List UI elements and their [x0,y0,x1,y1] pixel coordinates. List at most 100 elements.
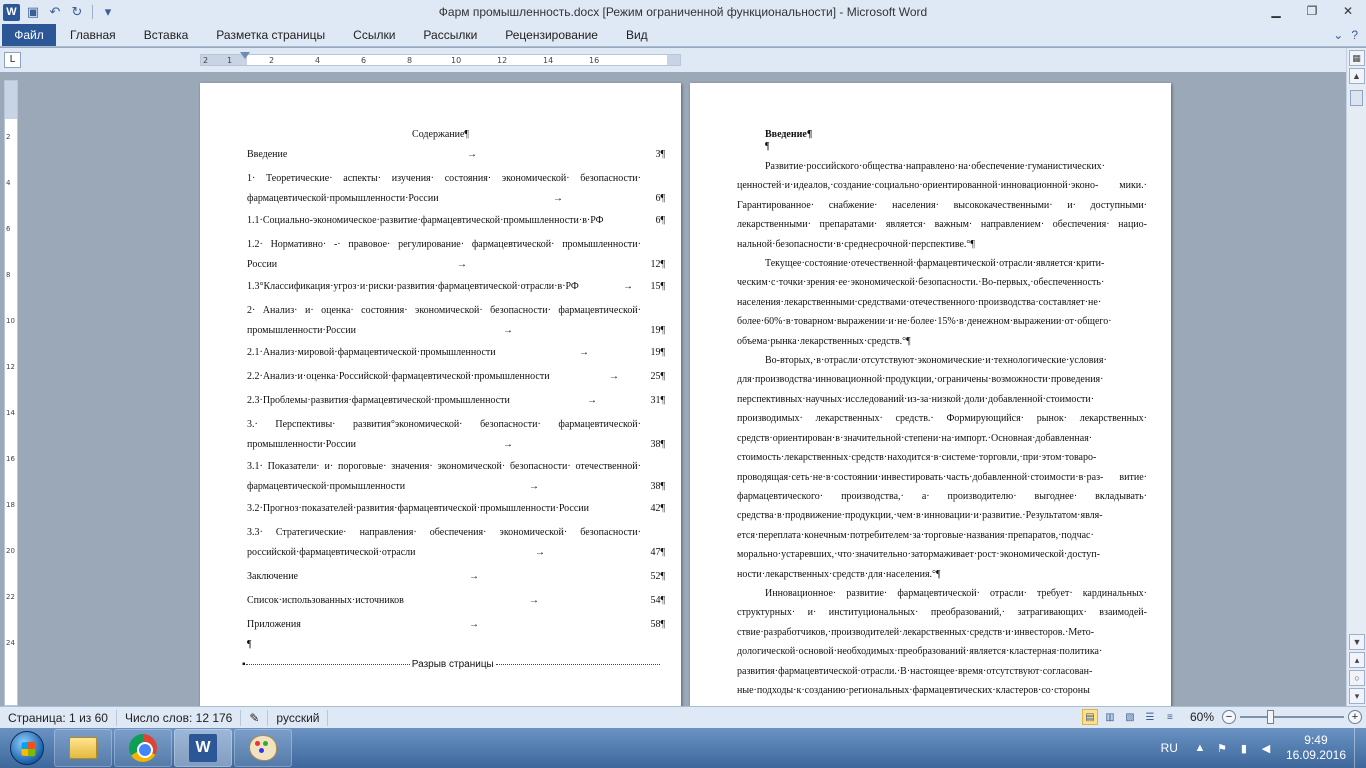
toc-entry[interactable]: 3.2·Прогноз·показателей·развития·фармаце… [247,499,665,519]
toc-entry[interactable]: 2.3·Проблемы·развития·фармацевтической·п… [247,391,665,411]
start-button[interactable] [0,728,54,768]
horizontal-ruler[interactable]: 2 1 2 4 6 8 10 12 14 16 [200,54,681,66]
title-bar: W ▣ ↶ ↻ ▾ Фарм промышленность.docx [Режи… [0,0,1366,24]
network-icon[interactable]: ▮ [1236,740,1252,756]
draft-view-icon[interactable]: ≡ [1162,709,1178,725]
vruler-tick: 4 [6,179,11,187]
toc-entry-page: 52¶ [650,571,665,582]
spelling-check-icon[interactable]: ✎ [241,709,269,726]
status-right: ▤ ▥ ▧ ☰ ≡ 60% − + [1081,709,1362,725]
zoom-level[interactable]: 60% [1190,710,1214,724]
tab-references[interactable]: Ссылки [339,24,409,46]
full-screen-reading-icon[interactable]: ▥ [1102,709,1118,725]
taskbar-explorer[interactable] [54,729,112,767]
word-app-icon[interactable]: W [3,3,20,21]
taskbar-paint[interactable] [234,729,292,767]
select-browse-object-icon[interactable]: ○ [1349,670,1365,686]
scroll-up-icon[interactable]: ▲ [1348,68,1365,84]
tab-home[interactable]: Главная [56,24,130,46]
volume-icon[interactable]: ◀ [1258,740,1274,756]
toc-entry[interactable]: 1.3°Классификация·угроз·и·риски·развития… [247,277,665,297]
ruler-tick: 16 [589,56,600,65]
zoom-out-icon[interactable]: − [1222,710,1236,724]
help-icon[interactable]: ? [1351,28,1358,42]
toc-entry[interactable]: Заключение → 52¶ [247,567,665,587]
toc-entry-page: 19¶ [650,347,665,358]
zoom-slider[interactable] [1240,710,1344,724]
folder-icon [69,737,97,759]
ruler-margin-right [667,55,680,65]
input-language[interactable]: RU [1161,741,1178,755]
ruler-tick: 2 [203,56,209,65]
toc-entry-text: 3.1· Показатели· и· пороговые· значения·… [247,461,641,492]
tab-view[interactable]: Вид [612,24,662,46]
toc-entry[interactable]: 1.1·Социально-экономическое·развитие·фар… [247,211,665,231]
toc-entry[interactable]: 3.3· Стратегические· направления· обеспе… [247,523,665,563]
toc-entry[interactable]: 2.1·Анализ·мировой·фармацевтической·пром… [247,343,665,363]
view-ruler-icon[interactable]: ▦ [1348,50,1365,66]
undo-icon[interactable]: ↶ [46,3,64,21]
tab-page-layout[interactable]: Разметка страницы [202,24,339,46]
scroll-thumb[interactable] [1350,90,1363,106]
page-break-line-left [245,664,410,665]
expand-ribbon-icon[interactable]: ⌄ [1333,28,1343,42]
print-layout-view-icon[interactable]: ▤ [1081,709,1098,725]
toc-entry[interactable]: 2.2·Анализ·и·оценка·Российской·фармацевт… [247,367,665,387]
toc-entry-text: 1· Теоретические· аспекты· изучения· сос… [247,173,641,204]
zoom-in-icon[interactable]: + [1348,710,1362,724]
toc-entry[interactable]: 1.2· Нормативно· -· правовое· регулирова… [247,235,665,275]
ruler-tick: 6 [361,56,367,65]
toc-entry[interactable]: Приложения → 58¶ [247,615,665,635]
ruler-tick: 4 [315,56,321,65]
tab-arrow-icon: → [579,347,589,358]
tab-insert[interactable]: Вставка [130,24,203,46]
quick-access-toolbar: W ▣ ↶ ↻ ▾ [0,3,117,21]
toc-entry[interactable]: 1· Теоретические· аспекты· изучения· сос… [247,169,665,209]
vruler-tick: 2 [6,133,11,141]
toc-entry[interactable]: 2· Анализ· и· оценка· состояния· экономи… [247,301,665,341]
page-count[interactable]: Страница: 1 из 60 [0,709,117,726]
action-center-icon[interactable]: ⚑ [1214,740,1230,756]
language-indicator[interactable]: русский [268,709,329,726]
scroll-down-icon[interactable]: ▼ [1349,634,1365,650]
toc-entry-text: 1.1·Социально-экономическое·развитие·фар… [247,215,604,226]
toc-entry[interactable]: Список·использованных·источников → 54¶ [247,591,665,611]
tab-arrow-icon: → [467,149,477,160]
tab-arrow-icon: → [535,547,545,558]
toc-entry[interactable]: 3.· Перспективы· развития°экономической·… [247,415,665,455]
toc-entry[interactable]: 3.1· Показатели· и· пороговые· значения·… [247,457,665,497]
taskbar-word[interactable]: W [174,729,232,767]
tab-arrow-icon: → [469,571,479,582]
save-icon[interactable]: ▣ [24,3,42,21]
tab-review[interactable]: Рецензирование [491,24,612,46]
customize-qat-icon[interactable]: ▾ [99,3,117,21]
toc-entry-page: 42¶ [650,503,665,514]
zoom-slider-knob[interactable] [1267,710,1274,724]
tab-file[interactable]: Файл [2,24,56,46]
clock-time: 9:49 [1304,733,1328,747]
restore-icon[interactable]: ❐ [1294,0,1330,22]
windows-logo-icon [10,731,44,765]
indent-marker-icon[interactable] [240,52,250,68]
document-page-1[interactable]: Содержание¶ Введение → 3¶ 1· Теоретическ… [200,83,681,706]
toc-entry[interactable]: Введение → 3¶ [247,145,665,165]
tab-stop-selector[interactable]: L [4,52,21,68]
clock[interactable]: 9:49 16.09.2016 [1286,733,1346,763]
vertical-ruler[interactable]: 2 4 6 8 10 12 14 16 18 20 22 24 [4,80,18,706]
minimize-icon[interactable]: ▁ [1258,0,1294,22]
paragraph-mark: ¶ [765,141,770,152]
show-desktop-button[interactable] [1354,728,1366,768]
next-page-icon[interactable]: ▾ [1349,688,1365,704]
document-area[interactable]: Содержание¶ Введение → 3¶ 1· Теоретическ… [22,72,1346,706]
previous-page-icon[interactable]: ▴ [1349,652,1365,668]
redo-icon[interactable]: ↻ [68,3,86,21]
outline-view-icon[interactable]: ☰ [1142,709,1158,725]
show-hidden-icons-icon[interactable]: ▲ [1192,740,1208,756]
vertical-scrollbar[interactable]: ▦ ▲ ▼ ▴ ○ ▾ [1346,48,1366,706]
word-count[interactable]: Число слов: 12 176 [117,709,242,726]
taskbar-chrome[interactable] [114,729,172,767]
close-icon[interactable]: ✕ [1330,0,1366,22]
document-page-2[interactable]: Введение¶ ¶ Развитие·российского·обществ… [690,83,1171,706]
tab-mailings[interactable]: Рассылки [409,24,491,46]
web-layout-icon[interactable]: ▧ [1122,709,1138,725]
